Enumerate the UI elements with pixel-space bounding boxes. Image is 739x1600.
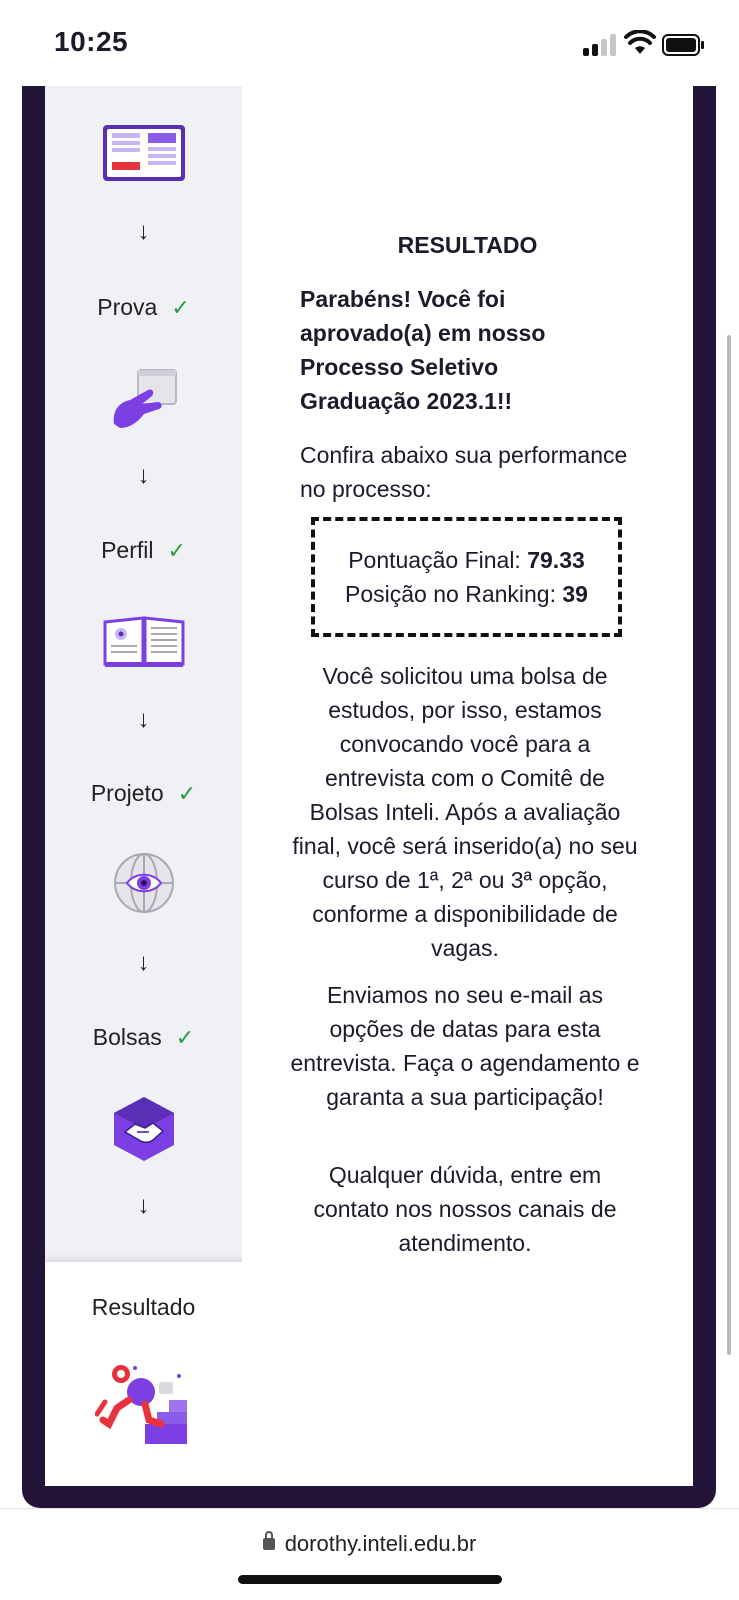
ranking-label: Posição no Ranking:	[345, 581, 556, 607]
step-label: Perfil	[101, 537, 154, 563]
step-label: Projeto	[90, 780, 164, 806]
step-prova[interactable]: Prova ✓	[45, 294, 242, 321]
check-icon: ✓	[167, 538, 186, 563]
step-label: Bolsas	[92, 1024, 162, 1050]
step-resultado[interactable]: Resultado	[45, 1262, 263, 1486]
contact-paragraph: Qualquer dúvida, entre em contato nos no…	[313, 1162, 617, 1256]
step-arrow: ↓	[137, 218, 150, 245]
congrats-message: Parabéns! Você foi aprovado(a) em nosso …	[300, 286, 546, 414]
lock-icon	[262, 1531, 275, 1550]
battery-icon	[662, 34, 704, 56]
globe-eye-icon	[45, 852, 242, 914]
check-icon: ✓	[175, 1025, 195, 1050]
url-display[interactable]: dorothy.inteli.edu.br	[0, 1531, 739, 1557]
handshake-hexagon-icon	[45, 1096, 242, 1162]
scrollbar[interactable]	[727, 335, 731, 1355]
page-title: RESULTADO	[397, 232, 538, 258]
ranking-position: Posição no Ranking: 39	[345, 577, 588, 611]
step-perfil[interactable]: Perfil ✓	[45, 537, 242, 564]
step-label: Resultado	[91, 1294, 196, 1320]
open-book-icon	[45, 614, 242, 668]
step-arrow: ↓	[137, 1192, 150, 1219]
final-score: Pontuação Final: 79.33	[348, 543, 585, 577]
performance-intro: Confira abaixo sua performance no proces…	[300, 442, 628, 502]
scholarship-paragraph: Você solicitou uma bolsa de estudos, por…	[292, 663, 638, 961]
status-bar: 10:25	[0, 0, 739, 86]
step-arrow: ↓	[137, 462, 150, 489]
step-arrow: ↓	[137, 706, 150, 733]
browser-url-bar[interactable]: dorothy.inteli.edu.br	[0, 1508, 739, 1600]
signal-icon	[583, 34, 617, 56]
status-time: 10:25	[54, 26, 129, 57]
score-box: Pontuação Final: 79.33 Posição no Rankin…	[311, 517, 622, 637]
check-icon: ✓	[177, 781, 197, 806]
url-text: dorothy.inteli.edu.br	[284, 1531, 477, 1556]
step-arrow: ↓	[137, 949, 150, 976]
wifi-icon	[624, 30, 656, 54]
step-bolsas[interactable]: Bolsas ✓	[45, 1024, 242, 1051]
final-score-value: 79.33	[527, 547, 585, 573]
email-paragraph: Enviamos no seu e-mail as opções de data…	[290, 982, 640, 1110]
ranking-value: 39	[562, 581, 588, 607]
step-projeto[interactable]: Projeto ✓	[45, 780, 242, 807]
touch-hand-icon	[45, 368, 242, 432]
final-score-label: Pontuação Final:	[348, 547, 521, 573]
home-indicator[interactable]	[238, 1575, 502, 1584]
tablet-document-icon	[45, 124, 242, 182]
check-icon: ✓	[171, 295, 190, 320]
step-label: Prova	[97, 294, 158, 320]
runner-stairs-illustration	[94, 1362, 191, 1451]
